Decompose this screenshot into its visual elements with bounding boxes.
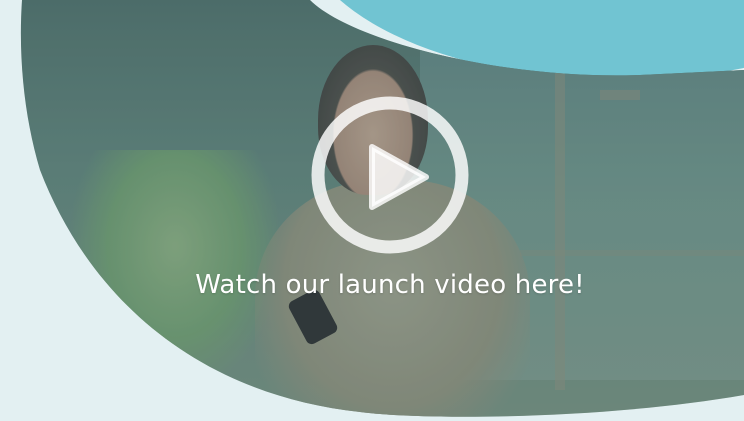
play-icon [310,95,470,255]
video-caption: Watch our launch video here! [0,270,744,300]
play-button[interactable] [310,95,470,255]
video-caption-text: Watch our launch video here! [195,270,585,300]
launch-video-section: Watch our launch video here! [0,0,744,421]
